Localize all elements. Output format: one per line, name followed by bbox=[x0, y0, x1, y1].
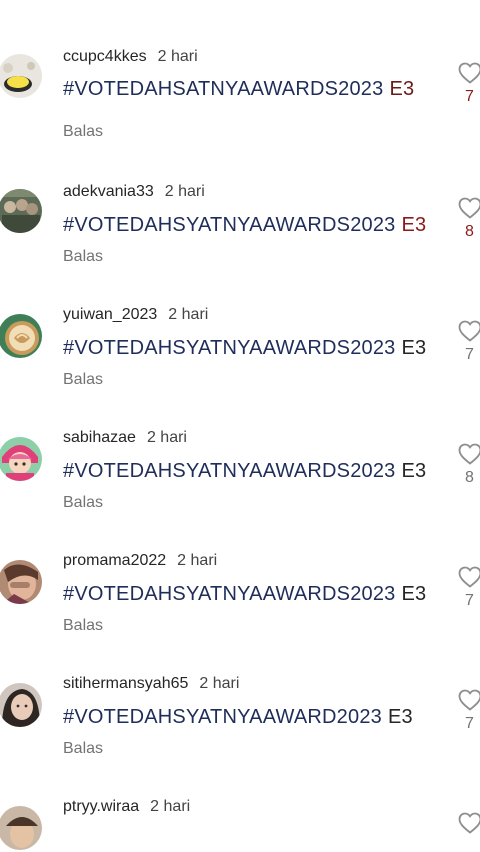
person-photo-avatar[interactable] bbox=[0, 806, 42, 850]
like-count: 7 bbox=[465, 592, 474, 609]
comment-code: E3 bbox=[401, 460, 427, 482]
comment-code: E3 bbox=[401, 337, 427, 359]
hashtag-link[interactable]: #VOTEDAHSYATNYAAWARDS2023 bbox=[63, 214, 396, 236]
like-count: 7 bbox=[465, 346, 474, 363]
hashtag-link[interactable]: #VOTEDAHSYATNYAAWARDS2023 bbox=[63, 460, 396, 482]
username[interactable]: sabihazae bbox=[63, 429, 136, 447]
comment-text: #VOTEDAHSYATNYAAWARD2023 E3 bbox=[63, 704, 413, 730]
reply-button[interactable]: Balas bbox=[63, 371, 103, 389]
username[interactable]: sitihermansyah65 bbox=[63, 675, 188, 693]
timestamp: 2 hari bbox=[199, 675, 240, 692]
cartoon-girl-avatar[interactable] bbox=[0, 437, 42, 481]
timestamp: 2 hari bbox=[164, 183, 205, 200]
comment-meta: ccupc4kkes 2 hari bbox=[63, 46, 198, 68]
heart-icon[interactable] bbox=[458, 689, 480, 711]
comment-code: E3 bbox=[387, 706, 413, 728]
username[interactable]: ccupc4kkes bbox=[63, 48, 147, 66]
comment-meta: ptryy.wiraa 2 hari bbox=[63, 796, 190, 818]
reply-button[interactable]: Balas bbox=[63, 740, 103, 758]
timestamp: 2 hari bbox=[177, 552, 218, 569]
heart-icon[interactable] bbox=[458, 320, 480, 342]
hashtag-link[interactable]: #VOTEDAHSYATNYAAWARDS2023 bbox=[63, 583, 396, 605]
comment-code: E3 bbox=[389, 78, 415, 100]
username[interactable]: ptryy.wiraa bbox=[63, 798, 139, 816]
like-group: 8 bbox=[458, 443, 480, 487]
comment-item: sitihermansyah65 2 hari #VOTEDAHSYATNYAA… bbox=[0, 673, 480, 796]
like-group: 7 bbox=[458, 689, 480, 733]
comment-text: #VOTEDAHSYATNYAAWARDS2023 E3 bbox=[63, 458, 426, 484]
hashtag-link[interactable]: #VOTEDAHSYATNYAAWARDS2023 bbox=[63, 337, 396, 359]
like-group: 7 bbox=[458, 320, 480, 364]
comment-text: #VOTEDAHSATNYAAWARDS2023 E3 bbox=[63, 76, 414, 102]
like-group: 7 bbox=[458, 62, 480, 106]
timestamp: 2 hari bbox=[168, 306, 209, 323]
comment-item: ccupc4kkes 2 hari #VOTEDAHSATNYAAWARDS20… bbox=[0, 46, 480, 169]
reply-button[interactable]: Balas bbox=[63, 617, 103, 635]
like-count: 8 bbox=[465, 469, 474, 486]
comment-item: sabihazae 2 hari #VOTEDAHSYATNYAAWARDS20… bbox=[0, 427, 480, 550]
username[interactable]: yuiwan_2023 bbox=[63, 306, 157, 324]
username[interactable]: adekvania33 bbox=[63, 183, 154, 201]
comment-code: E3 bbox=[401, 583, 427, 605]
comment-meta: promama2022 2 hari bbox=[63, 550, 217, 572]
comment-code: E3 bbox=[401, 214, 427, 236]
latte-art-avatar[interactable] bbox=[0, 314, 42, 358]
like-group: 7 bbox=[458, 566, 480, 610]
heart-icon[interactable] bbox=[458, 566, 480, 588]
heart-icon[interactable] bbox=[458, 812, 480, 834]
like-count: 7 bbox=[465, 88, 474, 105]
like-count: 8 bbox=[465, 223, 474, 240]
like-group: 8 bbox=[458, 197, 480, 241]
like-group bbox=[458, 812, 480, 834]
timestamp: 2 hari bbox=[157, 48, 198, 65]
timestamp: 2 hari bbox=[150, 798, 191, 815]
comment-item: promama2022 2 hari #VOTEDAHSYATNYAAWARDS… bbox=[0, 550, 480, 673]
comment-meta: sabihazae 2 hari bbox=[63, 427, 187, 449]
comment-item: adekvania33 2 hari #VOTEDAHSYATNYAAWARDS… bbox=[0, 181, 480, 304]
hashtag-link[interactable]: #VOTEDAHSATNYAAWARDS2023 bbox=[63, 78, 383, 100]
comment-text: #VOTEDAHSYATNYAAWARDS2023 E3 bbox=[63, 335, 426, 361]
comment-item: ptryy.wiraa 2 hari bbox=[0, 796, 480, 852]
username[interactable]: promama2022 bbox=[63, 552, 166, 570]
comment-meta: adekvania33 2 hari bbox=[63, 181, 205, 203]
woman-selfie-avatar[interactable] bbox=[0, 683, 42, 727]
heart-icon[interactable] bbox=[458, 197, 480, 219]
timestamp: 2 hari bbox=[146, 429, 187, 446]
comment-text: #VOTEDAHSYATNYAAWARDS2023 E3 bbox=[63, 212, 426, 238]
bird-avatar[interactable] bbox=[0, 54, 42, 98]
group-photo-avatar[interactable] bbox=[0, 189, 42, 233]
heart-icon[interactable] bbox=[458, 443, 480, 465]
reply-button[interactable]: Balas bbox=[63, 123, 103, 141]
comment-meta: yuiwan_2023 2 hari bbox=[63, 304, 208, 326]
comment-item: yuiwan_2023 2 hari #VOTEDAHSYATNYAAWARDS… bbox=[0, 304, 480, 427]
comment-text: #VOTEDAHSYATNYAAWARDS2023 E3 bbox=[63, 581, 426, 607]
comment-meta: sitihermansyah65 2 hari bbox=[63, 673, 239, 695]
comment-list: ccupc4kkes 2 hari #VOTEDAHSATNYAAWARDS20… bbox=[0, 0, 480, 852]
like-count: 7 bbox=[465, 715, 474, 732]
heart-icon[interactable] bbox=[458, 62, 480, 84]
woman-photo-avatar[interactable] bbox=[0, 560, 42, 604]
reply-button[interactable]: Balas bbox=[63, 248, 103, 266]
reply-button[interactable]: Balas bbox=[63, 494, 103, 512]
hashtag-link[interactable]: #VOTEDAHSYATNYAAWARD2023 bbox=[63, 706, 382, 728]
